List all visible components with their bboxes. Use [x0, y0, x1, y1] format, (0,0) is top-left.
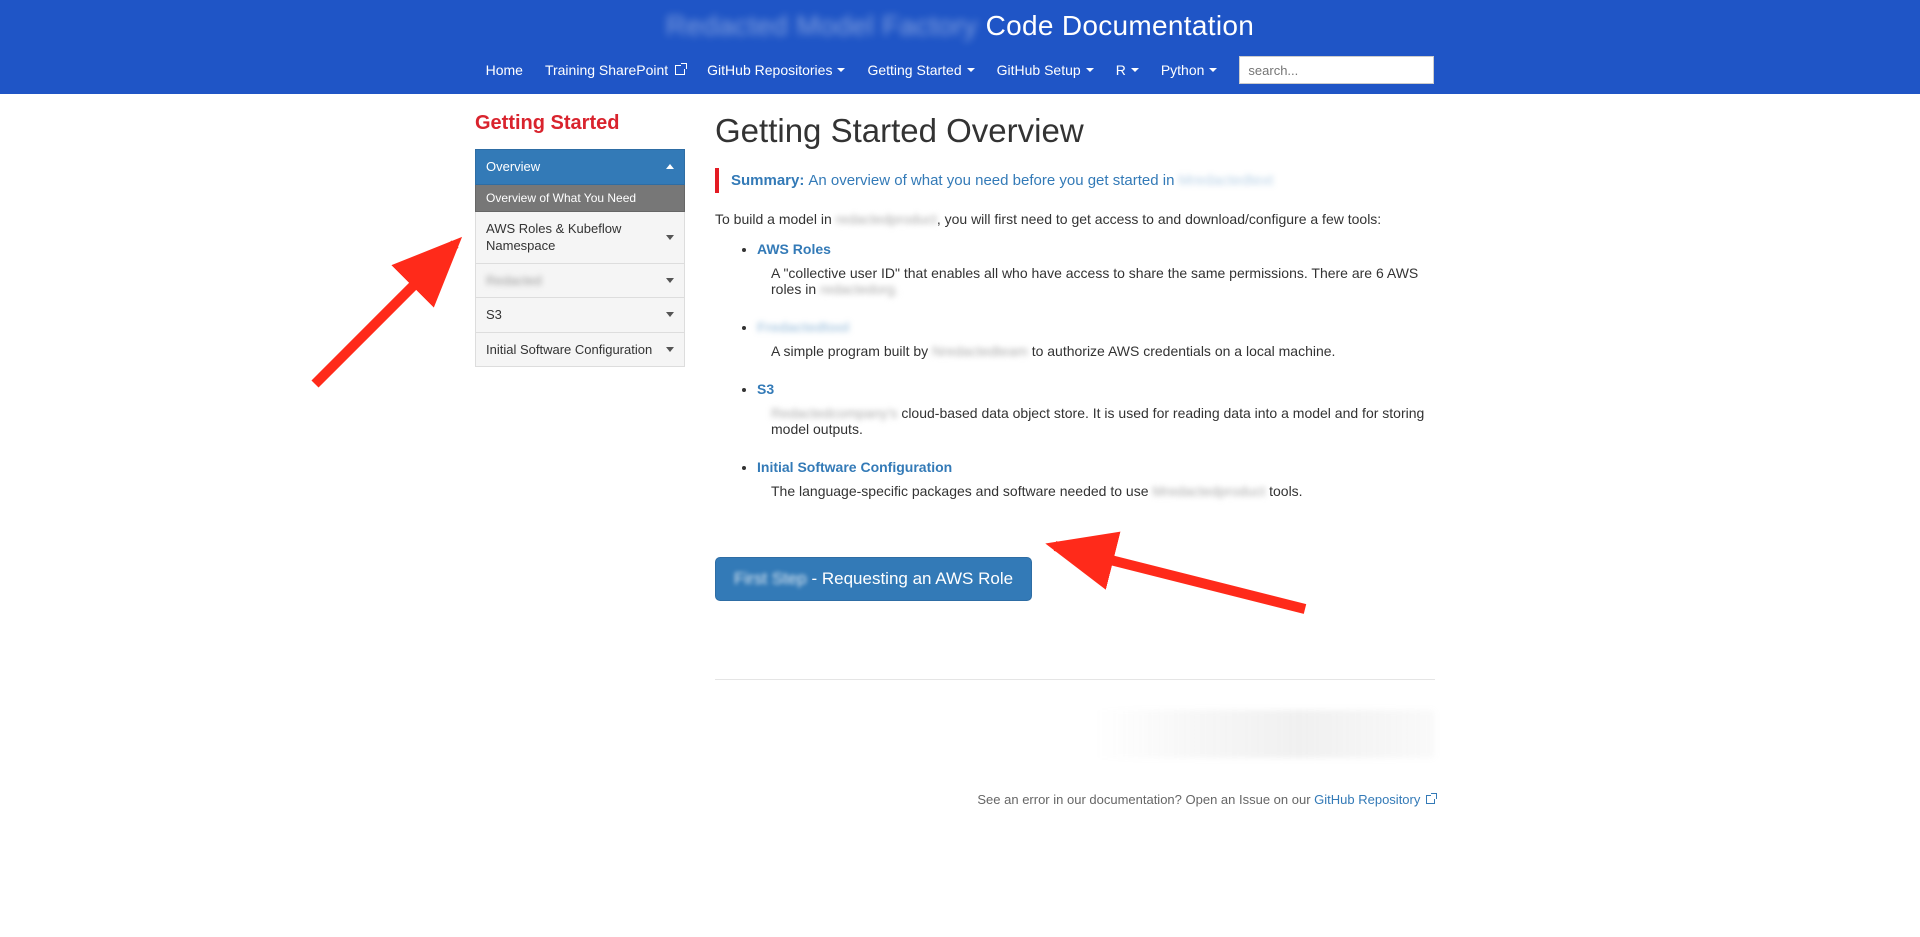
nav-python[interactable]: Python	[1161, 62, 1218, 78]
viewport-scroll[interactable]: Redacted Model Factory Code Documentatio…	[0, 0, 1920, 937]
sidebar-subitem-overview-need[interactable]: Overview of What You Need	[475, 185, 685, 212]
separator	[715, 679, 1435, 680]
sidebar-item-label: Redacted	[486, 272, 542, 290]
external-link-icon	[675, 65, 685, 75]
sidebar-item-s3[interactable]: S3	[475, 298, 685, 333]
site-title-suffix: Code Documentation	[986, 10, 1254, 41]
summary-redacted: Mredactedtext	[1178, 172, 1273, 189]
sidebar-item-initial-software[interactable]: Initial Software Configuration	[475, 333, 685, 368]
topic-link-s3[interactable]: S3	[757, 381, 774, 397]
sidebar-item-aws-roles[interactable]: AWS Roles & Kubeflow Namespace	[475, 212, 685, 264]
chevron-down-icon	[666, 347, 674, 352]
sidebar-heading: Getting Started	[475, 112, 685, 135]
nav-training-sharepoint[interactable]: Training SharePoint	[545, 62, 685, 78]
search-input[interactable]	[1239, 56, 1434, 84]
chevron-down-icon	[1131, 68, 1139, 72]
topic-aws-roles: AWS Roles A "collective user ID" that en…	[757, 241, 1435, 297]
annotation-arrow-sidebar	[305, 214, 485, 397]
nav-r[interactable]: R	[1116, 62, 1139, 78]
footnote: See an error in our documentation? Open …	[715, 792, 1435, 807]
chevron-down-icon	[1086, 68, 1094, 72]
summary-callout: Summary: An overview of what you need be…	[715, 168, 1435, 193]
chevron-down-icon	[666, 235, 674, 240]
sidebar-item-label: Overview of What You Need	[486, 191, 636, 205]
sidebar-item-label: AWS Roles & Kubeflow Namespace	[486, 220, 666, 255]
site-title: Redacted Model Factory Code Documentatio…	[0, 6, 1920, 50]
site-title-redacted: Redacted Model Factory	[666, 10, 978, 41]
main-content: Getting Started Overview Summary: An ove…	[715, 108, 1445, 807]
topics-list: AWS Roles A "collective user ID" that en…	[715, 241, 1435, 499]
topic-link-initial-software[interactable]: Initial Software Configuration	[757, 459, 952, 475]
chevron-down-icon	[837, 68, 845, 72]
topic-desc: A simple program built by Nredactedteam …	[757, 343, 1435, 359]
chevron-down-icon	[666, 278, 674, 283]
site-header: Redacted Model Factory Code Documentatio…	[0, 0, 1920, 94]
external-link-icon	[1426, 795, 1435, 804]
nav-home[interactable]: Home	[486, 62, 523, 78]
page-container: Getting Started Overview Overview of Wha…	[475, 94, 1445, 867]
nav-github-setup[interactable]: GitHub Setup	[997, 62, 1094, 78]
top-nav: Home Training SharePoint GitHub Reposito…	[0, 50, 1920, 94]
chevron-up-icon	[666, 164, 674, 169]
topic-link-redacted[interactable]: Fredactedtool	[757, 319, 850, 335]
chevron-down-icon	[967, 68, 975, 72]
topic-initial-software: Initial Software Configuration The langu…	[757, 459, 1435, 499]
sidebar-item-redacted[interactable]: Redacted	[475, 264, 685, 299]
annotation-arrow-button	[1035, 534, 1315, 627]
summary-label: Summary:	[731, 172, 804, 189]
sidebar-item-label: S3	[486, 306, 502, 324]
sidebar-item-label: Initial Software Configuration	[486, 341, 652, 359]
sidebar: Getting Started Overview Overview of Wha…	[475, 108, 685, 807]
chevron-down-icon	[1209, 68, 1217, 72]
nav-github-repositories[interactable]: GitHub Repositories	[707, 62, 845, 78]
sidebar-item-overview[interactable]: Overview	[475, 149, 685, 185]
topic-desc: A "collective user ID" that enables all …	[757, 265, 1435, 297]
topic-s3: S3 Redactedcompany's cloud-based data ob…	[757, 381, 1435, 437]
nav-getting-started[interactable]: Getting Started	[867, 62, 974, 78]
topic-link-aws-roles[interactable]: AWS Roles	[757, 241, 831, 257]
topic-redacted-tool: Fredactedtool A simple program built by …	[757, 319, 1435, 359]
sidebar-item-label: Overview	[486, 158, 540, 176]
summary-text: An overview of what you need before you …	[808, 172, 1174, 189]
intro-paragraph: To build a model in redactedproduct, you…	[715, 211, 1435, 227]
topic-desc: The language-specific packages and softw…	[757, 483, 1435, 499]
redacted-footer-content	[1095, 710, 1435, 758]
topic-desc: Redactedcompany's cloud-based data objec…	[757, 405, 1435, 437]
first-step-button[interactable]: First Step - Requesting an AWS Role	[715, 557, 1032, 601]
page-title: Getting Started Overview	[715, 112, 1435, 150]
github-repository-link[interactable]: GitHub Repository	[1314, 792, 1435, 807]
chevron-down-icon	[666, 312, 674, 317]
